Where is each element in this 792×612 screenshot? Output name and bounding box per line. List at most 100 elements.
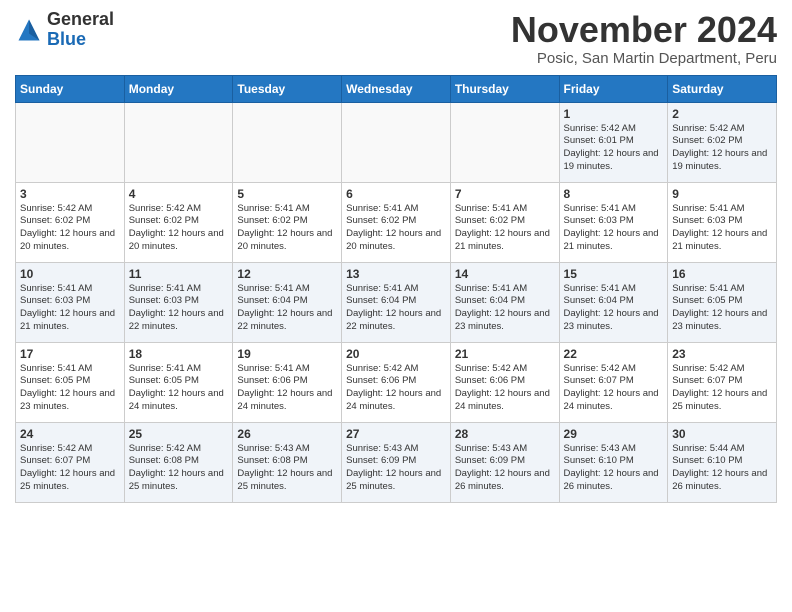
day-number: 13 [346,267,446,281]
day-cell: 14Sunrise: 5:41 AM Sunset: 6:04 PM Dayli… [450,262,559,342]
day-cell: 29 Sunrise: 5:43 AM Sunset: 6:10 PM Dayli… [559,422,668,502]
month-title: November 2024 [511,10,777,50]
day-number: 6 [346,187,446,201]
day-number: 11 [129,267,229,281]
day-cell: 21 Sunrise: 5:42 AM Sunset: 6:06 PM Dayli… [450,342,559,422]
day-cell: 3 Sunrise: 5:42 AM Sunset: 6:02 PM Daylig… [16,182,125,262]
day-number: 22 [564,347,664,361]
day-info: Sunrise: 5:42 AM Sunset: 6:02 PM Dayligh… [20,203,120,254]
day-cell: 18Sunrise: 5:41 AM Sunset: 6:05 PM Dayli… [124,342,233,422]
day-number: 27 [346,427,446,441]
day-number: 23 [672,347,772,361]
day-cell [16,102,125,182]
day-cell: 11 Sunrise: 5:41 AM Sunset: 6:03 PM Dayli… [124,262,233,342]
logo-blue: Blue [47,30,114,50]
day-info: Sunrise: 5:44 AM Sunset: 6:10 PM Dayligh… [672,443,772,494]
week-row-2: 3 Sunrise: 5:42 AM Sunset: 6:02 PM Daylig… [16,182,777,262]
day-info: Sunrise: 5:41 AM Sunset: 6:04 PM Dayligh… [455,283,555,334]
day-number: 9 [672,187,772,201]
day-number: 29 [564,427,664,441]
location: Posic, San Martin Department, Peru [511,50,777,67]
day-cell: 9 Sunrise: 5:41 AM Sunset: 6:03 PM Daylig… [668,182,777,262]
week-row-4: 17 Sunrise: 5:41 AM Sunset: 6:05 PM Dayli… [16,342,777,422]
day-info: Sunrise: 5:41 AM Sunset: 6:03 PM Dayligh… [672,203,772,254]
logo-icon [15,16,43,44]
day-number: 10 [20,267,120,281]
day-info: Sunrise: 5:42 AM Sunset: 6:01 PM Dayligh… [564,123,664,174]
header-row: SundayMondayTuesdayWednesdayThursdayFrid… [16,75,777,102]
day-info: Sunrise: 5:41 AM Sunset: 6:03 PM Dayligh… [20,283,120,334]
day-info: Sunrise: 5:42 AM Sunset: 6:02 PM Dayligh… [129,203,229,254]
day-cell [124,102,233,182]
day-cell: 17 Sunrise: 5:41 AM Sunset: 6:05 PM Dayli… [16,342,125,422]
week-row-5: 24Sunrise: 5:42 AM Sunset: 6:07 PM Dayli… [16,422,777,502]
day-number: 5 [237,187,337,201]
day-info: Sunrise: 5:41 AM Sunset: 6:04 PM Dayligh… [346,283,446,334]
day-cell: 23 Sunrise: 5:42 AM Sunset: 6:07 PM Dayli… [668,342,777,422]
day-info: Sunrise: 5:42 AM Sunset: 6:07 PM Dayligh… [20,443,120,494]
day-number: 25 [129,427,229,441]
day-cell: 4 Sunrise: 5:42 AM Sunset: 6:02 PM Daylig… [124,182,233,262]
day-number: 28 [455,427,555,441]
day-cell: 5 Sunrise: 5:41 AM Sunset: 6:02 PM Daylig… [233,182,342,262]
day-number: 20 [346,347,446,361]
day-info: Sunrise: 5:41 AM Sunset: 6:04 PM Dayligh… [564,283,664,334]
day-number: 21 [455,347,555,361]
day-number: 8 [564,187,664,201]
day-cell [342,102,451,182]
day-cell: 20Sunrise: 5:42 AM Sunset: 6:06 PM Dayli… [342,342,451,422]
title-block: November 2024 Posic, San Martin Departme… [511,10,777,67]
day-info: Sunrise: 5:42 AM Sunset: 6:07 PM Dayligh… [672,363,772,414]
day-cell: 15Sunrise: 5:41 AM Sunset: 6:04 PM Dayli… [559,262,668,342]
header-monday: Monday [124,75,233,102]
day-cell: 22 Sunrise: 5:42 AM Sunset: 6:07 PM Dayli… [559,342,668,422]
day-number: 7 [455,187,555,201]
day-number: 18 [129,347,229,361]
day-cell: 13 Sunrise: 5:41 AM Sunset: 6:04 PM Dayli… [342,262,451,342]
day-cell: 28Sunrise: 5:43 AM Sunset: 6:09 PM Dayli… [450,422,559,502]
day-info: Sunrise: 5:41 AM Sunset: 6:02 PM Dayligh… [455,203,555,254]
day-cell: 6 Sunrise: 5:41 AM Sunset: 6:02 PM Daylig… [342,182,451,262]
day-info: Sunrise: 5:41 AM Sunset: 6:04 PM Dayligh… [237,283,337,334]
page-header: General Blue November 2024 Posic, San Ma… [15,10,777,67]
logo-general: General [47,10,114,30]
day-info: Sunrise: 5:41 AM Sunset: 6:03 PM Dayligh… [129,283,229,334]
day-cell: 25 Sunrise: 5:42 AM Sunset: 6:08 PM Dayli… [124,422,233,502]
week-row-3: 10 Sunrise: 5:41 AM Sunset: 6:03 PM Dayli… [16,262,777,342]
header-thursday: Thursday [450,75,559,102]
header-friday: Friday [559,75,668,102]
header-sunday: Sunday [16,75,125,102]
day-info: Sunrise: 5:42 AM Sunset: 6:08 PM Dayligh… [129,443,229,494]
day-number: 3 [20,187,120,201]
day-number: 19 [237,347,337,361]
day-cell: 26Sunrise: 5:43 AM Sunset: 6:08 PM Dayli… [233,422,342,502]
day-cell: 2 Sunrise: 5:42 AM Sunset: 6:02 PM Daylig… [668,102,777,182]
logo: General Blue [15,10,114,50]
day-info: Sunrise: 5:41 AM Sunset: 6:02 PM Dayligh… [237,203,337,254]
day-info: Sunrise: 5:42 AM Sunset: 6:07 PM Dayligh… [564,363,664,414]
day-info: Sunrise: 5:41 AM Sunset: 6:03 PM Dayligh… [564,203,664,254]
day-number: 17 [20,347,120,361]
calendar-table: SundayMondayTuesdayWednesdayThursdayFrid… [15,75,777,503]
day-cell: 8 Sunrise: 5:41 AM Sunset: 6:03 PM Daylig… [559,182,668,262]
day-info: Sunrise: 5:41 AM Sunset: 6:06 PM Dayligh… [237,363,337,414]
day-number: 16 [672,267,772,281]
week-row-1: 1Sunrise: 5:42 AM Sunset: 6:01 PM Daylig… [16,102,777,182]
day-info: Sunrise: 5:41 AM Sunset: 6:02 PM Dayligh… [346,203,446,254]
day-cell: 12Sunrise: 5:41 AM Sunset: 6:04 PM Dayli… [233,262,342,342]
day-cell [450,102,559,182]
day-cell: 16Sunrise: 5:41 AM Sunset: 6:05 PM Dayli… [668,262,777,342]
day-number: 26 [237,427,337,441]
day-cell: 24Sunrise: 5:42 AM Sunset: 6:07 PM Dayli… [16,422,125,502]
header-wednesday: Wednesday [342,75,451,102]
day-info: Sunrise: 5:41 AM Sunset: 6:05 PM Dayligh… [20,363,120,414]
day-info: Sunrise: 5:42 AM Sunset: 6:02 PM Dayligh… [672,123,772,174]
day-number: 30 [672,427,772,441]
day-info: Sunrise: 5:43 AM Sunset: 6:10 PM Dayligh… [564,443,664,494]
header-saturday: Saturday [668,75,777,102]
day-number: 4 [129,187,229,201]
day-number: 2 [672,107,772,121]
day-info: Sunrise: 5:43 AM Sunset: 6:09 PM Dayligh… [346,443,446,494]
day-cell: 1Sunrise: 5:42 AM Sunset: 6:01 PM Daylig… [559,102,668,182]
day-info: Sunrise: 5:42 AM Sunset: 6:06 PM Dayligh… [455,363,555,414]
